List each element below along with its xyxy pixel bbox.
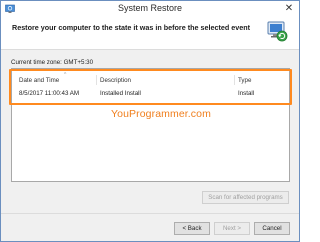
- next-button[interactable]: Next >: [214, 222, 250, 235]
- watermark-text: YouProgrammer.com: [111, 108, 211, 120]
- system-restore-window: System Restore ✕ Restore your computer t…: [0, 0, 300, 242]
- instruction-text: Restore your computer to the state it wa…: [12, 23, 251, 32]
- cancel-button[interactable]: Cancel: [254, 222, 290, 235]
- footer-divider: [1, 213, 299, 214]
- system-restore-icon: [267, 21, 288, 42]
- timezone-label: Current time zone: GMT+5:30: [11, 59, 94, 66]
- window-title: System Restore: [117, 3, 183, 13]
- title-bar: System Restore ✕: [1, 1, 299, 17]
- header-band: Restore your computer to the state it wa…: [1, 17, 299, 50]
- scan-affected-programs-button[interactable]: Scan for affected programs: [202, 191, 289, 204]
- highlight-box: [9, 69, 292, 105]
- back-button[interactable]: < Back: [174, 222, 210, 235]
- close-button[interactable]: ✕: [283, 3, 295, 15]
